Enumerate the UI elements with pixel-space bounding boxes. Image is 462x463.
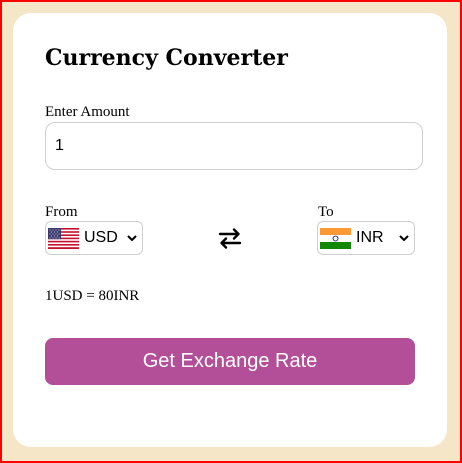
- from-currency-select[interactable]: USD: [45, 221, 143, 255]
- to-label: To: [318, 204, 334, 220]
- india-flag-icon: [320, 227, 351, 249]
- exchange-rate-text: 1USD = 80INR: [45, 288, 140, 304]
- get-exchange-rate-button[interactable]: Get Exchange Rate: [45, 338, 415, 385]
- from-currency-code: USD: [84, 229, 118, 246]
- page-title: Currency Converter: [45, 45, 288, 71]
- amount-label: Enter Amount: [45, 104, 130, 120]
- converter-card: Currency Converter Enter Amount From USD: [13, 13, 447, 447]
- amount-input[interactable]: [45, 122, 423, 170]
- from-label: From: [45, 204, 78, 220]
- us-flag-icon: [48, 227, 79, 249]
- to-currency-code: INR: [356, 229, 384, 246]
- to-currency-select[interactable]: INR: [317, 221, 415, 255]
- chevron-down-icon: [127, 235, 137, 242]
- swap-arrows-icon[interactable]: [217, 225, 243, 251]
- chevron-down-icon: [399, 235, 409, 242]
